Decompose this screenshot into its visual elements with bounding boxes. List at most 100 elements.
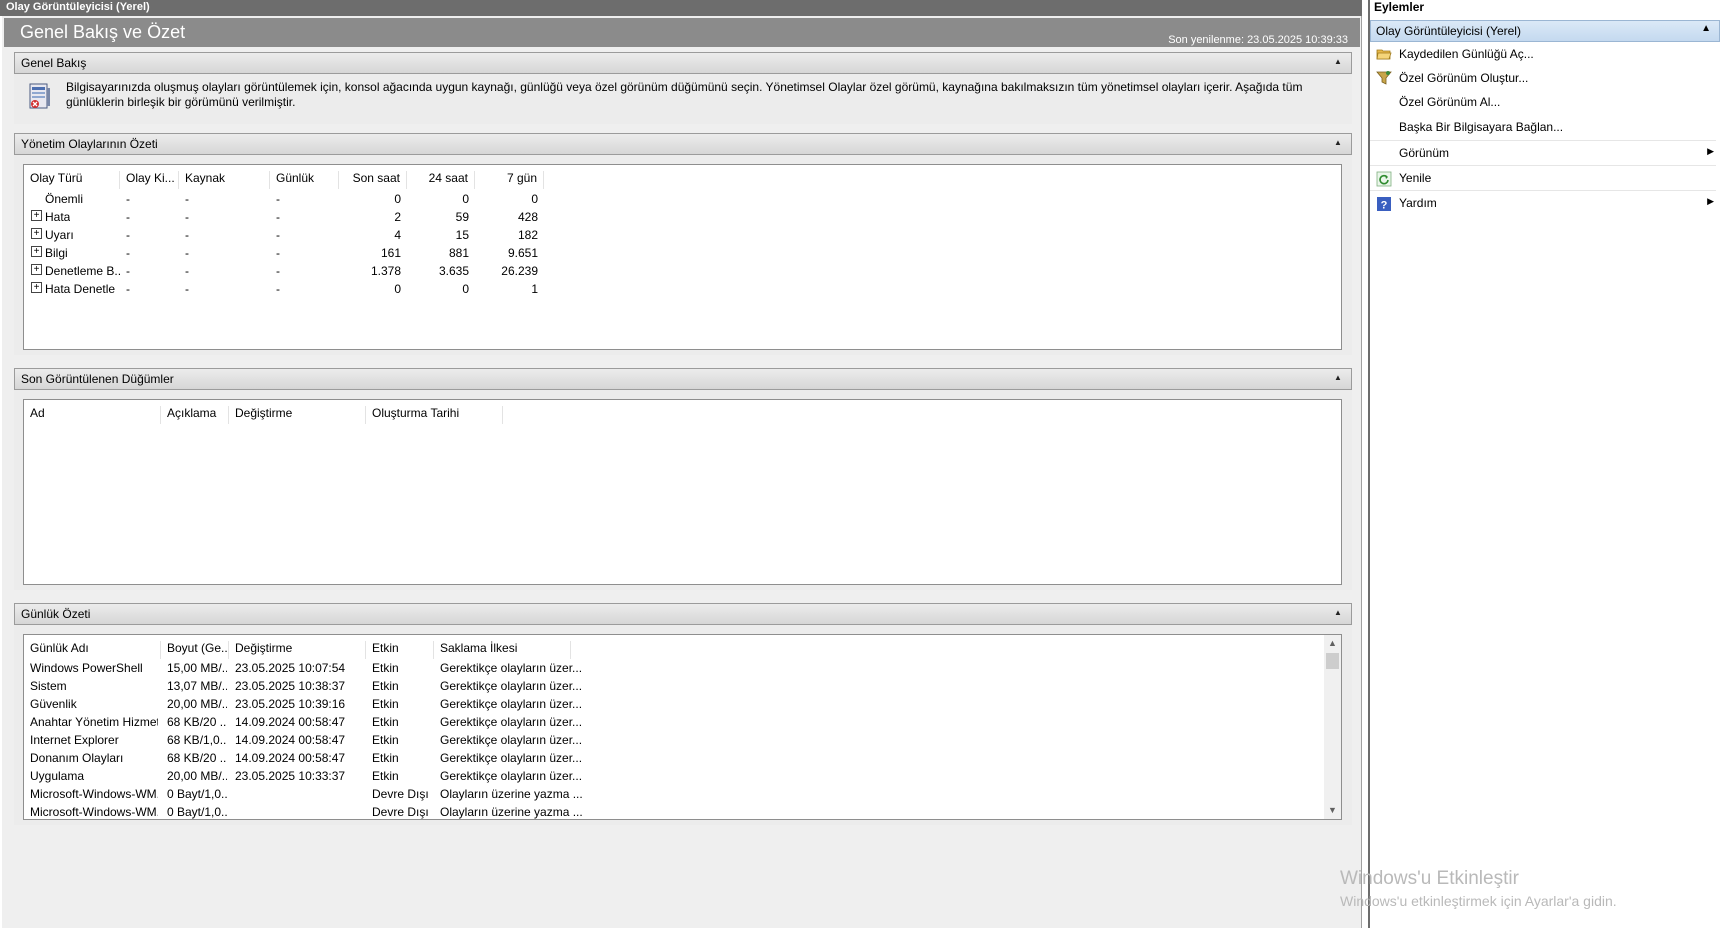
log-policy-cell: Gerektikçe olayların üzer...: [440, 733, 583, 747]
action-label: Özel Görünüm Oluştur...: [1399, 71, 1529, 85]
log-size-cell: 20,00 MB/...: [167, 697, 227, 711]
expand-icon[interactable]: +: [31, 228, 42, 239]
week-count-cell: 1: [531, 282, 538, 296]
column-header[interactable]: Olay Türü: [24, 171, 120, 189]
event-type-cell[interactable]: Hata Denetle: [45, 282, 115, 300]
log-summary-section-header[interactable]: Günlük Özeti ▲: [14, 603, 1352, 625]
log-name-cell[interactable]: Güvenlik: [30, 697, 158, 715]
week-count-cell: 182: [517, 228, 538, 242]
action-label: Başka Bir Bilgisayara Bağlan...: [1399, 120, 1564, 134]
admin-summary-section-body: Olay Türü Olay Ki... Kaynak Günlük Son s…: [14, 155, 1352, 355]
main-window-title: Olay Görüntüleyicisi (Yerel): [0, 0, 1362, 16]
log-name-cell[interactable]: Uygulama: [30, 769, 158, 787]
action-import-custom-view[interactable]: Özel Görünüm Al...: [1370, 91, 1716, 115]
page-title: Genel Bakış ve Özet: [20, 22, 186, 42]
column-header[interactable]: Kaynak: [179, 171, 270, 189]
column-header[interactable]: Açıklama: [161, 406, 229, 424]
admin-summary-table[interactable]: Olay Türü Olay Ki... Kaynak Günlük Son s…: [23, 164, 1342, 350]
actions-group-header[interactable]: Olay Görüntüleyicisi (Yerel) ▲: [1370, 20, 1720, 42]
log-summary-table[interactable]: Günlük Adı Boyut (Ge... Değiştirme Etkin…: [23, 634, 1342, 820]
column-header[interactable]: Son saat: [339, 171, 407, 189]
action-create-custom-view[interactable]: Özel Görünüm Oluştur...: [1370, 67, 1716, 91]
scroll-up-icon[interactable]: ▲: [1324, 635, 1341, 652]
overview-section-body: Bilgisayarınızda oluşmuş olayları görünt…: [14, 74, 1352, 124]
recent-nodes-section-header[interactable]: Son Görüntülenen Düğümler ▲: [14, 368, 1352, 390]
expand-icon[interactable]: +: [31, 264, 42, 275]
last-refresh-label: Son yenilenme: 23.05.2025 10:39:33: [1168, 34, 1348, 46]
log-name-cell[interactable]: Donanım Olayları: [30, 751, 158, 769]
watermark-title: Windows'u Etkinleştir: [1340, 868, 1519, 889]
event-type-cell[interactable]: Uyarı: [45, 228, 74, 246]
column-header[interactable]: Oluşturma Tarihi: [366, 406, 503, 424]
event-type-cell[interactable]: Bilgi: [45, 246, 68, 264]
scroll-down-icon[interactable]: ▼: [1324, 802, 1341, 819]
log-name-cell[interactable]: Microsoft-Windows-WM...: [30, 787, 158, 805]
column-header[interactable]: Saklama İlkesi: [434, 641, 571, 659]
log-policy-cell: Gerektikçe olayların üzer...: [440, 751, 583, 765]
week-count-cell: 26.239: [501, 264, 538, 278]
action-label: Yenile: [1399, 171, 1432, 185]
log-summary-scrollbar[interactable]: ▲ ▼: [1324, 635, 1341, 819]
column-header[interactable]: Değiştirme: [229, 641, 366, 659]
collapse-icon[interactable]: ▲: [1333, 373, 1343, 383]
log-summary-section-body: Günlük Adı Boyut (Ge... Değiştirme Etkin…: [14, 625, 1352, 825]
column-header[interactable]: Etkin: [366, 641, 434, 659]
column-header[interactable]: Olay Ki...: [120, 171, 179, 189]
column-header[interactable]: Günlük Adı: [24, 641, 161, 659]
event-type-cell[interactable]: Hata: [45, 210, 70, 228]
log-size-cell: 0 Bayt/1,0...: [167, 805, 227, 819]
action-help[interactable]: ? Yardım ▶: [1370, 191, 1716, 216]
event-id-cell: -: [126, 210, 130, 224]
overview-section-title: Genel Bakış: [21, 56, 87, 70]
log-enabled-cell: Devre Dışı: [372, 805, 429, 819]
hour-count-cell: 161: [380, 246, 401, 260]
folder-open-icon: [1376, 49, 1392, 60]
day-count-cell: 3.635: [438, 264, 469, 278]
action-label: Özel Görünüm Al...: [1399, 95, 1501, 109]
log-cell: -: [276, 246, 280, 260]
admin-summary-section-header[interactable]: Yönetim Olaylarının Özeti ▲: [14, 133, 1352, 155]
log-name-cell[interactable]: Sistem: [30, 679, 158, 697]
source-cell: -: [185, 210, 189, 224]
event-type-cell[interactable]: Önemli: [45, 192, 83, 210]
recent-nodes-section-title: Son Görüntülenen Düğümler: [21, 372, 174, 386]
collapse-icon[interactable]: ▲: [1333, 608, 1343, 618]
day-count-cell: 0: [462, 192, 469, 206]
action-refresh[interactable]: Yenile: [1370, 166, 1716, 191]
expand-icon[interactable]: +: [31, 246, 42, 257]
log-modified-cell: 23.05.2025 10:38:37: [235, 679, 346, 693]
log-name-cell[interactable]: Microsoft-Windows-WM...: [30, 805, 158, 819]
column-header[interactable]: Ad: [24, 406, 161, 424]
collapse-icon[interactable]: ▲: [1333, 57, 1343, 67]
help-icon: ?: [1377, 197, 1391, 212]
log-name-cell[interactable]: Anahtar Yönetim Hizmeti: [30, 715, 158, 733]
hour-count-cell: 2: [394, 210, 401, 224]
expand-icon[interactable]: +: [31, 282, 42, 293]
hour-count-cell: 4: [394, 228, 401, 242]
scroll-thumb[interactable]: [1326, 653, 1339, 669]
action-connect-computer[interactable]: Başka Bir Bilgisayara Bağlan...: [1370, 115, 1716, 141]
log-enabled-cell: Devre Dışı: [372, 787, 429, 801]
action-view[interactable]: Görünüm ▶: [1370, 141, 1716, 166]
refresh-icon: [1376, 171, 1392, 187]
column-header[interactable]: 7 gün: [475, 171, 544, 189]
log-name-cell[interactable]: Windows PowerShell: [30, 661, 158, 679]
expand-icon[interactable]: +: [31, 210, 42, 221]
log-enabled-cell: Etkin: [372, 661, 399, 675]
overview-section-header[interactable]: Genel Bakış ▲: [14, 52, 1352, 74]
recent-nodes-table[interactable]: Ad Açıklama Değiştirme Oluşturma Tarihi: [23, 399, 1342, 585]
column-header[interactable]: Günlük: [270, 171, 339, 189]
recent-nodes-section-body: Ad Açıklama Değiştirme Oluşturma Tarihi: [14, 390, 1352, 590]
log-size-cell: 0 Bayt/1,0...: [167, 787, 227, 801]
source-cell: -: [185, 228, 189, 242]
action-open-saved-log[interactable]: Kaydedilen Günlüğü Aç...: [1370, 43, 1716, 67]
collapse-icon[interactable]: ▲: [1333, 138, 1343, 148]
column-header[interactable]: Boyut (Ge...: [161, 641, 229, 659]
column-header[interactable]: 24 saat: [407, 171, 475, 189]
collapse-icon[interactable]: ▲: [1701, 23, 1711, 34]
source-cell: -: [185, 192, 189, 206]
column-header[interactable]: Değiştirme: [229, 406, 366, 424]
log-name-cell[interactable]: Internet Explorer: [30, 733, 158, 751]
log-size-cell: 15,00 MB/...: [167, 661, 227, 675]
event-type-cell[interactable]: Denetleme B...: [45, 264, 121, 282]
